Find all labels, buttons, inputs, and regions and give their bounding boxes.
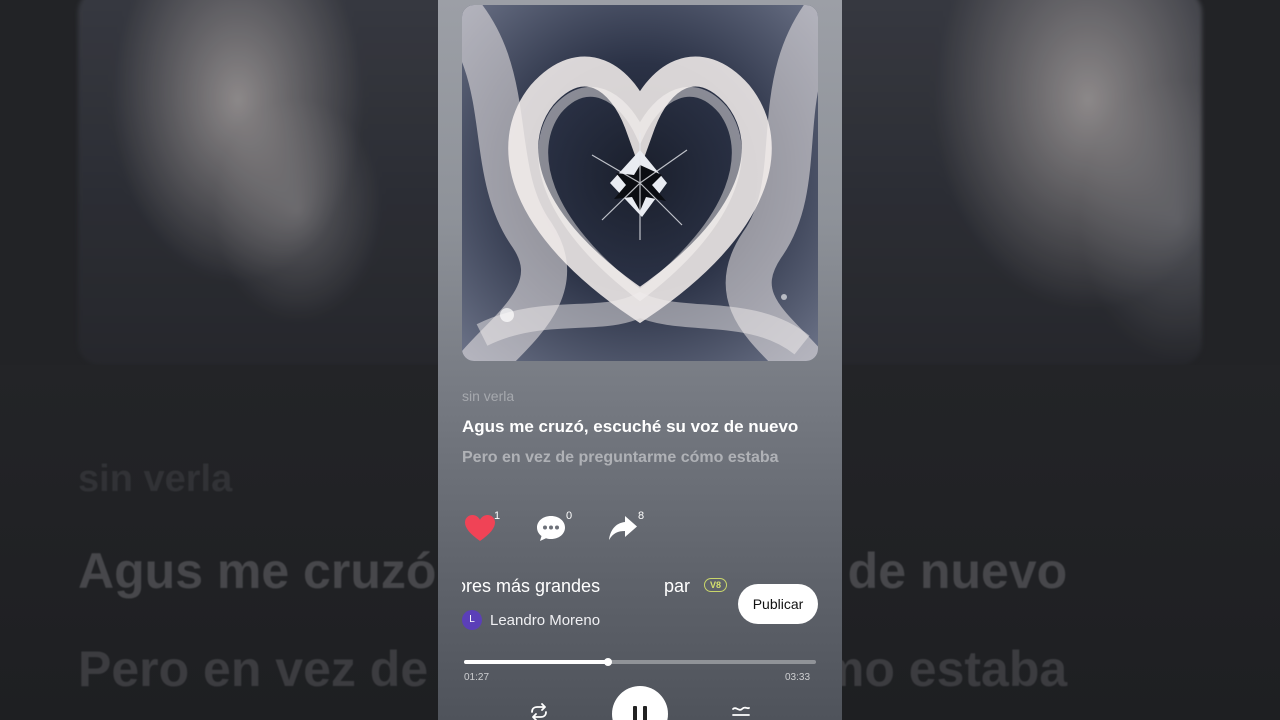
playback-mode-button[interactable] (731, 703, 751, 720)
wave-icon (732, 706, 750, 716)
total-time: 03:33 (785, 672, 811, 683)
avatar[interactable]: L (462, 610, 482, 630)
version-badge: V8 (704, 578, 728, 592)
current-time: 01:27 (464, 672, 490, 683)
loop-button[interactable] (528, 703, 550, 720)
share-count: 8 (638, 510, 645, 522)
song-title-repeat: par (664, 576, 691, 596)
lyric-previous-line: sin verla (462, 388, 515, 402)
author-name[interactable]: Leandro Moreno (490, 612, 600, 629)
song-title-part: ores más grandes (462, 576, 601, 596)
pause-icon (633, 706, 637, 720)
comment-count: 0 (566, 510, 573, 522)
like-button[interactable]: 1 (462, 510, 502, 550)
loop-icon (531, 703, 547, 720)
heart-icon (465, 515, 495, 541)
lyric-current-line: Agus me cruzó, escuché su voz de nuevo (462, 417, 799, 436)
progress-bar[interactable] (464, 658, 816, 666)
comment-icon (537, 516, 565, 541)
player-screen: sin verla Agus me cruzó, escuché su voz … (438, 0, 842, 720)
progress-fill (464, 660, 609, 664)
publish-button[interactable]: Publicar (738, 584, 818, 624)
share-icon (609, 516, 637, 540)
backdrop-lyric-previous: sin verla (78, 458, 233, 500)
progress-handle[interactable] (604, 658, 613, 666)
pause-icon-bar (643, 706, 647, 720)
like-count: 1 (494, 510, 501, 522)
album-artwork (462, 5, 818, 361)
share-button[interactable]: 8 (606, 510, 646, 550)
comment-button[interactable]: 0 (534, 510, 574, 550)
lyric-next-line: Pero en vez de preguntarme cómo estaba (462, 449, 779, 466)
song-title-ticker: ores más grandes par (462, 574, 694, 600)
pause-button[interactable] (612, 686, 668, 720)
broken-heart-artwork (462, 5, 818, 361)
